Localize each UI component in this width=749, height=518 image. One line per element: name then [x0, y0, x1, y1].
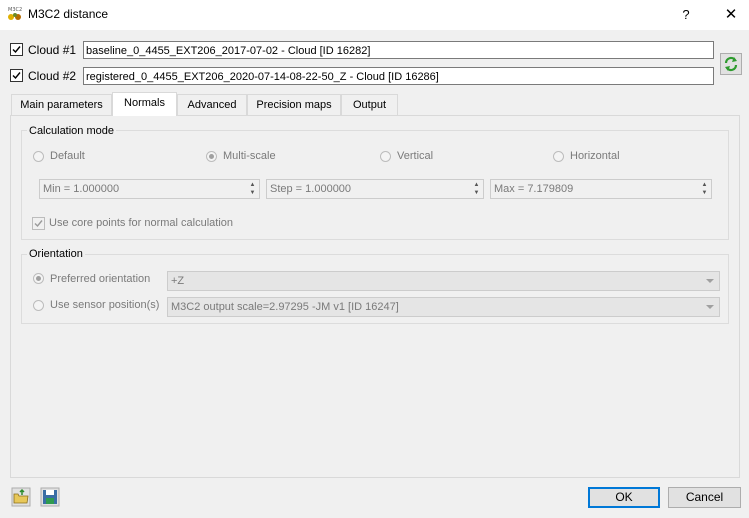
radio-horizontal[interactable]: [553, 151, 564, 162]
radio-vertical[interactable]: [380, 151, 391, 162]
cancel-button[interactable]: Cancel: [668, 487, 741, 508]
chevron-down-icon: [706, 305, 714, 309]
sensor-position-combo[interactable]: M3C2 output scale=2.97295 -JM v1 [ID 162…: [167, 297, 720, 317]
sensor-position-value: M3C2 output scale=2.97295 -JM v1 [ID 162…: [171, 301, 399, 313]
step-scale-spinbox[interactable]: Step = 1.000000 ▲ ▼: [266, 179, 484, 199]
radio-sensor-position[interactable]: [33, 300, 44, 311]
sensor-position-label: Use sensor position(s): [50, 299, 160, 311]
cloud1-checkbox[interactable]: [10, 43, 23, 56]
calculation-mode-title: Calculation mode: [27, 125, 116, 137]
preferred-orientation-value: +Z: [171, 275, 185, 287]
max-scale-value: Max = 7.179809: [494, 183, 574, 195]
radio-horizontal-label: Horizontal: [570, 150, 620, 162]
step-scale-value: Step = 1.000000: [270, 183, 352, 195]
ok-button[interactable]: OK: [588, 487, 660, 508]
radio-multi-scale[interactable]: [206, 151, 217, 162]
cloud1-label: Cloud #1: [28, 43, 77, 57]
tab-advanced[interactable]: Advanced: [177, 94, 247, 115]
swap-clouds-button[interactable]: [720, 53, 742, 75]
radio-vertical-label: Vertical: [397, 150, 434, 162]
radio-multi-scale-label: Multi-scale: [223, 150, 276, 162]
close-button[interactable]: ✕: [716, 3, 746, 27]
spin-arrows-icon[interactable]: ▲ ▼: [472, 181, 481, 197]
save-params-icon: [40, 487, 60, 507]
min-scale-spinbox[interactable]: Min = 1.000000 ▲ ▼: [39, 179, 260, 199]
save-params-button[interactable]: [40, 487, 60, 507]
core-points-label: Use core points for normal calculation: [49, 217, 234, 229]
swap-clouds-icon: [724, 56, 738, 72]
load-params-button[interactable]: [11, 487, 31, 507]
radio-default[interactable]: [33, 151, 44, 162]
radio-default-label: Default: [50, 150, 85, 162]
help-button[interactable]: ?: [672, 3, 700, 27]
preferred-orientation-label: Preferred orientation: [50, 273, 151, 285]
window-title: M3C2 distance: [28, 7, 109, 21]
title-bar: M3C2 M3C2 distance ? ✕: [0, 0, 749, 30]
radio-preferred-orientation[interactable]: [33, 273, 44, 284]
max-scale-spinbox[interactable]: Max = 7.179809 ▲ ▼: [490, 179, 712, 199]
tab-pane-normals: Calculation mode Default Multi-scale Ver…: [10, 115, 740, 478]
tab-precision-maps[interactable]: Precision maps: [247, 94, 341, 115]
cloud1-field[interactable]: baseline_0_4455_EXT206_2017-07-02 - Clou…: [83, 41, 714, 59]
chevron-down-icon: [706, 279, 714, 283]
min-scale-value: Min = 1.000000: [43, 183, 120, 195]
m3c2-app-icon: M3C2: [7, 6, 23, 22]
tab-main-parameters[interactable]: Main parameters: [11, 94, 112, 115]
load-params-icon: [11, 487, 31, 507]
core-points-checkbox[interactable]: [32, 217, 45, 230]
tab-output[interactable]: Output: [341, 94, 398, 115]
spin-arrows-icon[interactable]: ▲ ▼: [248, 181, 257, 197]
cloud2-field[interactable]: registered_0_4455_EXT206_2020-07-14-08-2…: [83, 67, 714, 85]
svg-text:M3C2: M3C2: [8, 7, 22, 13]
cloud2-label: Cloud #2: [28, 69, 77, 83]
tab-normals[interactable]: Normals: [112, 92, 177, 116]
orientation-title: Orientation: [27, 248, 85, 260]
spin-arrows-icon[interactable]: ▲ ▼: [700, 181, 709, 197]
cloud2-checkbox[interactable]: [10, 69, 23, 82]
preferred-orientation-combo[interactable]: +Z: [167, 271, 720, 291]
